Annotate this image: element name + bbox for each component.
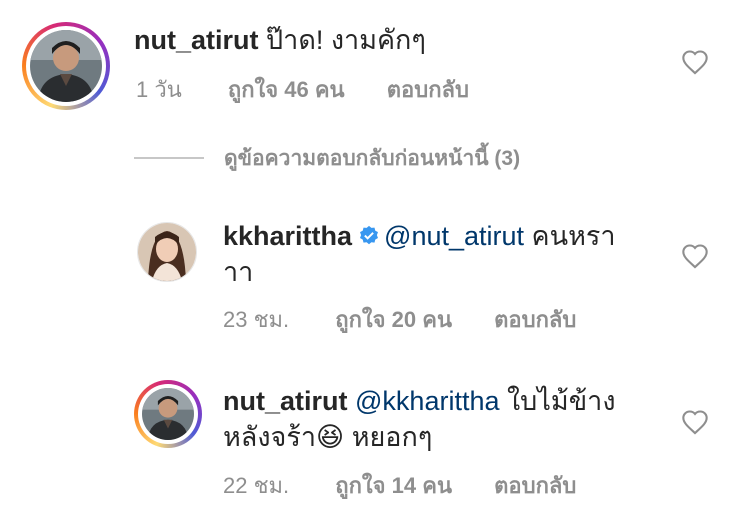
comment-meta: 1 วัน ถูกใจ 46 คน ตอบกลับ [136, 72, 469, 107]
view-replies-label[interactable]: ดูข้อความตอบกลับก่อนหน้านี้ (3) [224, 142, 520, 175]
reply-text-line2: หลังจร้า [223, 422, 317, 452]
avatar [30, 30, 102, 102]
view-previous-replies[interactable]: ดูข้อความตอบกลับก่อนหน้านี้ (3) [134, 143, 520, 173]
laughing-emoji: 😆 [316, 422, 345, 452]
verified-badge-icon [360, 225, 379, 245]
divider-line [134, 157, 204, 159]
comment-body: nut_atirut ป๊าด! งามคักๆ [134, 22, 426, 58]
reply-text-line1: คนหรา [531, 221, 616, 251]
heart-outline-icon[interactable] [681, 243, 709, 269]
reply-meta: 23 ชม. ถูกใจ 20 คน ตอบกลับ [223, 302, 576, 337]
reply-text-line1: ใบไม้ข้าง [507, 386, 616, 416]
reply-mention[interactable]: @nut_atirut [384, 221, 524, 251]
reply-likes[interactable]: ถูกใจ 20 คน [335, 307, 452, 332]
heart-outline-icon[interactable] [681, 49, 709, 75]
reply-time: 23 ชม. [223, 307, 290, 332]
reply-button[interactable]: ตอบกลับ [494, 473, 576, 498]
avatar-story-ring[interactable] [134, 380, 202, 448]
avatar-photo-woman [138, 223, 196, 281]
reply-button[interactable]: ตอบกลับ [387, 77, 469, 102]
comment-text: ป๊าด! งามคักๆ [266, 25, 426, 55]
heart-outline-icon[interactable] [681, 409, 709, 435]
reply-meta: 22 ชม. ถูกใจ 14 คน ตอบกลับ [223, 468, 576, 503]
comment-username[interactable]: nut_atirut [134, 25, 259, 55]
comment-likes[interactable]: ถูกใจ 46 คน [228, 77, 345, 102]
reply-likes[interactable]: ถูกใจ 14 คน [335, 473, 452, 498]
reply-button[interactable]: ตอบกลับ [494, 307, 576, 332]
avatar-story-ring[interactable] [22, 22, 110, 110]
reply-body: kkharittha @nut_atirut คนหรา าา [223, 218, 653, 290]
avatar-photo-man [30, 30, 102, 102]
reply-mention[interactable]: @kkharittha [355, 386, 499, 416]
reply-username[interactable]: kkharittha [223, 221, 352, 251]
reply-text-line2b: หยอกๆ [351, 422, 433, 452]
reply-username[interactable]: nut_atirut [223, 386, 348, 416]
reply-text-line2: าา [223, 257, 254, 287]
avatar-photo-man [142, 388, 194, 440]
comment-time: 1 วัน [136, 77, 182, 102]
reply-body: nut_atirut @kkharittha ใบไม้ข้าง หลังจร้… [223, 383, 653, 455]
reply-time: 22 ชม. [223, 473, 290, 498]
avatar[interactable] [137, 222, 197, 282]
avatar [142, 388, 194, 440]
